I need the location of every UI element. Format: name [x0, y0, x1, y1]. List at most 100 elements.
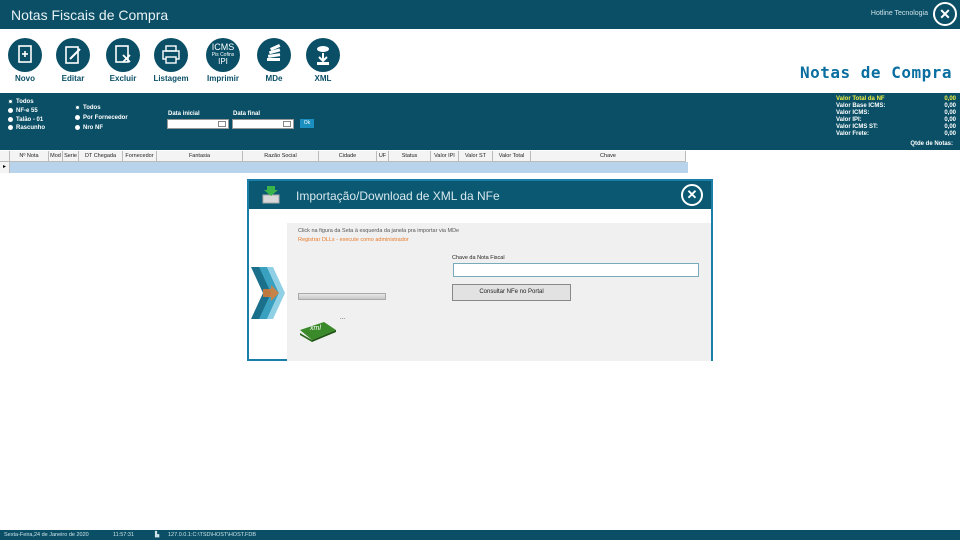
dialog-header: Importação/Download de XML da NFe ✕: [249, 181, 711, 209]
radio-type-all[interactable]: Todos: [8, 99, 34, 105]
title-bar: Notas Fiscais de Compra Hotline Tecnolog…: [0, 0, 960, 29]
total-row: Valor ICMS ST: 0,00: [836, 124, 956, 130]
radio-label: NF-e 55: [16, 108, 38, 115]
status-time: 11:57:31: [113, 532, 135, 538]
column-header[interactable]: Mod: [49, 151, 63, 161]
radio-type-draft[interactable]: Rascunho: [8, 125, 45, 131]
new-button[interactable]: Novo: [0, 38, 50, 83]
table-row[interactable]: [10, 162, 688, 173]
key-label: Chave da Nota Fiscal: [452, 255, 505, 261]
consult-portal-button[interactable]: Consultar NFe no Portal: [452, 284, 571, 301]
total-row: Valor Frete: 0,00: [836, 131, 956, 137]
arrow-import-icon[interactable]: [251, 267, 285, 319]
tax-icon: ICMS Pis Cofins IPI: [206, 38, 240, 72]
list-button-label: Listagem: [153, 74, 189, 83]
radio-supplier-nro[interactable]: Nro NF: [75, 125, 103, 131]
delete-button-label: Excluir: [109, 74, 137, 83]
close-icon: ✕: [939, 6, 951, 22]
radio-type-talao[interactable]: Talão - 01: [8, 117, 43, 123]
radio-supplier-by[interactable]: Por Fornecedor: [75, 115, 128, 121]
stack-icon: [257, 38, 291, 72]
total-row: Valor Base ICMS: 0,00: [836, 103, 956, 109]
date-end-label: Data final: [233, 111, 261, 117]
mde-button-label: MDe: [265, 74, 283, 83]
radio-type-nfe55[interactable]: NF-e 55: [8, 108, 38, 114]
radio-label: Todos: [83, 105, 101, 112]
edit-icon: [56, 38, 90, 72]
window-title: Notas Fiscais de Compra: [11, 7, 169, 23]
import-xml-dialog: Importação/Download de XML da NFe ✕ Clic…: [247, 179, 713, 361]
progress-bar: [298, 293, 386, 300]
new-button-label: Novo: [15, 74, 35, 83]
column-header[interactable]: Status: [389, 151, 431, 161]
qtd-notas-label: Qtde de Notas:: [910, 141, 953, 147]
column-header[interactable]: Fornecedor: [123, 151, 157, 161]
column-header[interactable]: Valor ST: [459, 151, 493, 161]
brand-logo: Notas de Compra: [800, 63, 952, 82]
column-header[interactable]: UF: [377, 151, 389, 161]
tax-icon-icms: ICMS: [211, 42, 235, 52]
notes-grid[interactable]: Nº Nota Mod Serie DT Chegada Fornecedor …: [0, 151, 688, 173]
print-button-label: Imprimir: [206, 74, 239, 83]
column-header[interactable]: Cidade: [319, 151, 377, 161]
list-button[interactable]: Listagem: [146, 38, 196, 83]
tax-icon-ipi: IPI: [218, 57, 228, 66]
hotline-label: Hotline Tecnologia: [870, 10, 928, 17]
xml-button-label: XML: [314, 74, 332, 83]
column-header[interactable]: Razão Social: [243, 151, 319, 161]
radio-dot-icon: [8, 99, 13, 104]
edit-button[interactable]: Editar: [48, 38, 98, 83]
toolbar: Novo Editar Excluir Listagem ICMS Pis Co…: [0, 29, 960, 93]
dialog-title: Importação/Download de XML da NFe: [296, 189, 500, 203]
date-start-input[interactable]: [167, 119, 229, 129]
date-end-input[interactable]: [232, 119, 294, 129]
xml-button[interactable]: XML: [298, 38, 348, 83]
radio-label: Nro NF: [83, 125, 103, 132]
radio-supplier-all[interactable]: Todos: [75, 105, 101, 111]
total-row: Valor Total da NF 0,00: [836, 96, 956, 102]
total-row: Valor IPI: 0,00: [836, 117, 956, 123]
radio-dot-icon: [8, 117, 13, 122]
column-header[interactable]: Fantasia: [157, 151, 243, 161]
key-input[interactable]: [453, 263, 699, 277]
radio-dot-icon: [8, 108, 13, 113]
radio-dot-icon: [75, 105, 80, 110]
column-header[interactable]: Chave: [531, 151, 686, 161]
radio-label: Todos: [16, 99, 34, 106]
column-header[interactable]: Nº Nota: [10, 151, 49, 161]
column-header[interactable]: Valor Total: [493, 151, 531, 161]
close-window-button[interactable]: ✕: [933, 2, 957, 26]
dialog-body: Click na figura da Seta à esquerda da ja…: [287, 223, 711, 361]
register-dll-link[interactable]: Registrar DLLs - execute como administra…: [298, 237, 409, 243]
printer-icon: [154, 38, 188, 72]
calendar-icon[interactable]: [218, 121, 226, 127]
download-icon: [306, 38, 340, 72]
filter-bar: Todos NF-e 55 Talão - 01 Rascunho Todos …: [0, 93, 960, 150]
column-header[interactable]: Serie: [63, 151, 79, 161]
status-db: 127.0.0.1:C:\TSD\HOST\HOST.FDB: [168, 532, 257, 538]
radio-dot-icon: [75, 115, 80, 120]
radio-dot-icon: [8, 125, 13, 130]
new-document-icon: [8, 38, 42, 72]
column-header[interactable]: Valor IPI: [431, 151, 459, 161]
dialog-close-button[interactable]: ✕: [681, 184, 703, 206]
date-start-label: Data inicial: [168, 111, 200, 117]
status-date: Sexta-Feira,24 de Janeiro de 2020: [4, 532, 89, 538]
column-header[interactable]: DT Chegada: [79, 151, 123, 161]
delete-button[interactable]: Excluir: [98, 38, 148, 83]
radio-label: Rascunho: [16, 125, 46, 132]
close-icon: ✕: [686, 187, 698, 202]
radio-dot-icon: [75, 125, 80, 130]
grid-header: Nº Nota Mod Serie DT Chegada Fornecedor …: [0, 151, 686, 162]
totals-panel: Valor Total da NF 0,00 Valor Base ICMS: 0,…: [836, 96, 956, 138]
delete-icon: [106, 38, 140, 72]
ok-button[interactable]: Ok: [300, 119, 314, 128]
hint-text: Click na figura da Seta à esquerda da ja…: [298, 228, 460, 234]
grid-corner: [0, 151, 10, 161]
print-button[interactable]: ICMS Pis Cofins IPI Imprimir: [198, 38, 248, 83]
ellipsis-text: ...: [340, 315, 346, 321]
row-indicator-icon: ▸: [0, 162, 10, 173]
calendar-icon[interactable]: [283, 121, 291, 127]
mde-button[interactable]: MDe: [249, 38, 299, 83]
edit-button-label: Editar: [61, 74, 85, 83]
